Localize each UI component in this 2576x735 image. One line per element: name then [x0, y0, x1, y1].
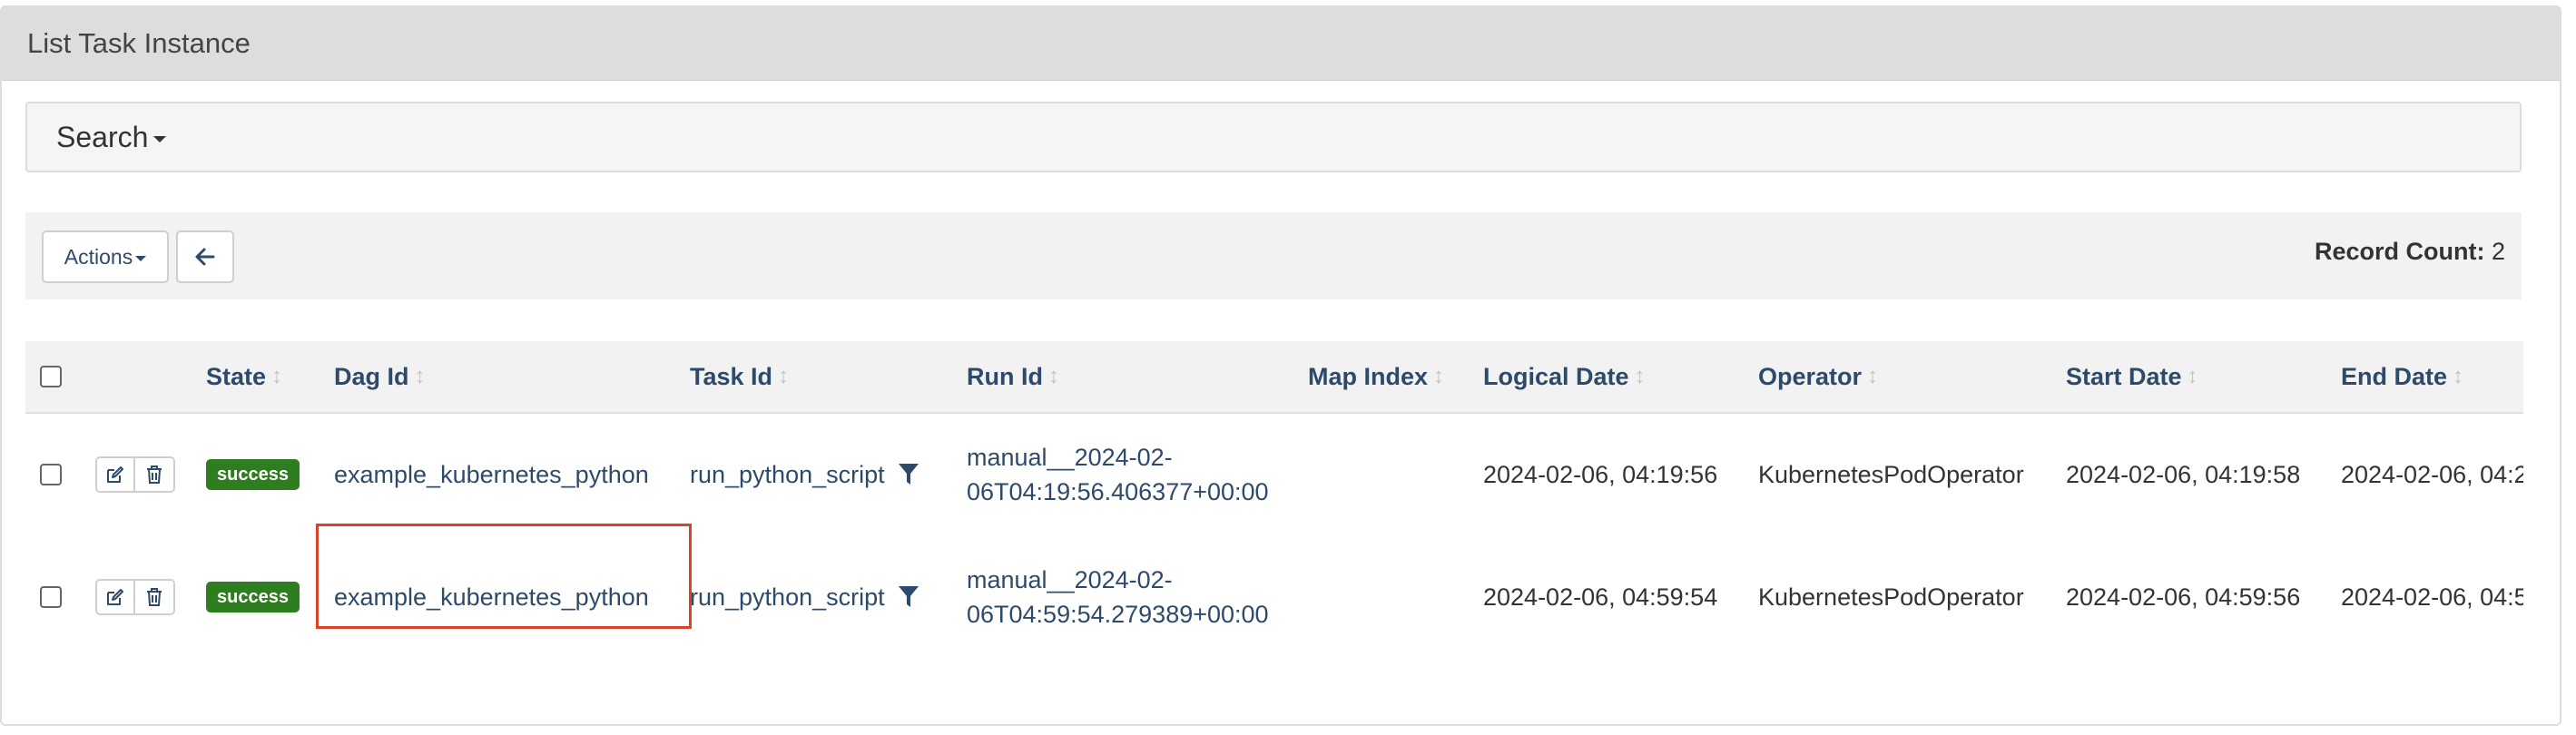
end-date-cell: 2024-02-06, 04:5: [2341, 583, 2523, 611]
edit-icon: [107, 589, 123, 605]
sort-icon: ↕: [271, 364, 283, 388]
row-checkbox[interactable]: [40, 586, 62, 608]
column-header-start-date[interactable]: Start Date ↕: [2066, 341, 2198, 412]
operator-cell: KubernetesPodOperator: [1758, 583, 2024, 611]
sort-icon: ↕: [2453, 364, 2464, 388]
select-all-checkbox[interactable]: [40, 366, 62, 387]
task-id-link[interactable]: run_python_script: [690, 583, 885, 612]
edit-button[interactable]: [95, 456, 135, 493]
record-count-value: 2: [2491, 238, 2505, 265]
logical-date-cell: 2024-02-06, 04:19:56: [1483, 460, 1718, 488]
column-header-map-index[interactable]: Map Index ↕: [1308, 341, 1444, 412]
arrow-left-icon: [195, 248, 215, 266]
sort-icon: ↕: [1047, 364, 1059, 388]
actions-dropdown-button[interactable]: Actions: [42, 230, 169, 283]
delete-button[interactable]: [135, 579, 175, 615]
panel-title: List Task Instance: [2, 7, 2560, 81]
dag-id-link[interactable]: example_kubernetes_python: [334, 414, 649, 535]
trash-icon: [147, 466, 162, 484]
column-header-state[interactable]: State ↕: [206, 341, 282, 412]
start-date-cell: 2024-02-06, 04:59:56: [2066, 583, 2301, 611]
logical-date-cell: 2024-02-06, 04:59:54: [1483, 583, 1718, 611]
task-instance-table: State ↕ Dag Id ↕ Task Id ↕ Run Id ↕ Map Inde…: [25, 341, 2523, 657]
caret-down-icon: [135, 256, 147, 261]
column-header-logical-date[interactable]: Logical Date ↕: [1483, 341, 1646, 412]
table-row: success example_kubernetes_python run_py…: [25, 535, 2523, 657]
edit-button[interactable]: [95, 579, 135, 615]
sort-icon: ↕: [1433, 364, 1445, 388]
table-header-row: State ↕ Dag Id ↕ Task Id ↕ Run Id ↕ Map Inde…: [25, 341, 2523, 414]
delete-button[interactable]: [135, 456, 175, 493]
status-badge: success: [206, 459, 300, 490]
column-header-operator[interactable]: Operator ↕: [1758, 341, 1878, 412]
end-date-cell: 2024-02-06, 04:2: [2341, 460, 2523, 488]
sort-icon: ↕: [1634, 364, 1646, 388]
sort-icon: ↕: [778, 364, 790, 388]
run-id-link[interactable]: manual__2024-02-06T04:59:54.279389+00:00: [967, 563, 1275, 632]
filter-icon[interactable]: [898, 585, 919, 609]
actions-label: Actions: [64, 244, 133, 269]
task-id-link[interactable]: run_python_script: [690, 461, 885, 489]
status-badge: success: [206, 582, 300, 612]
column-header-run-id[interactable]: Run Id ↕: [967, 341, 1059, 412]
operator-cell: KubernetesPodOperator: [1758, 460, 2024, 488]
sort-icon: ↕: [414, 364, 426, 388]
caret-down-icon: [153, 135, 167, 142]
list-toolbar: Actions Record Count: 2: [25, 212, 2522, 299]
start-date-cell: 2024-02-06, 04:19:58: [2066, 460, 2301, 488]
table-row: success example_kubernetes_python run_py…: [25, 414, 2523, 537]
record-count: Record Count: 2: [2315, 238, 2505, 266]
dag-id-link[interactable]: example_kubernetes_python: [334, 535, 649, 657]
column-header-dag-id[interactable]: Dag Id ↕: [334, 341, 426, 412]
row-checkbox[interactable]: [40, 464, 62, 485]
column-header-end-date[interactable]: End Date ↕: [2341, 341, 2463, 412]
filter-icon[interactable]: [898, 463, 919, 486]
back-button[interactable]: [176, 230, 234, 283]
sort-icon: ↕: [2187, 364, 2198, 388]
edit-icon: [107, 466, 123, 483]
trash-icon: [147, 588, 162, 606]
search-toggle[interactable]: Search: [25, 102, 2522, 172]
column-header-task-id[interactable]: Task Id ↕: [690, 341, 789, 412]
record-count-label: Record Count:: [2314, 238, 2485, 265]
run-id-link[interactable]: manual__2024-02-06T04:19:56.406377+00:00: [967, 440, 1275, 509]
search-label: Search: [56, 120, 149, 153]
sort-icon: ↕: [1867, 364, 1879, 388]
